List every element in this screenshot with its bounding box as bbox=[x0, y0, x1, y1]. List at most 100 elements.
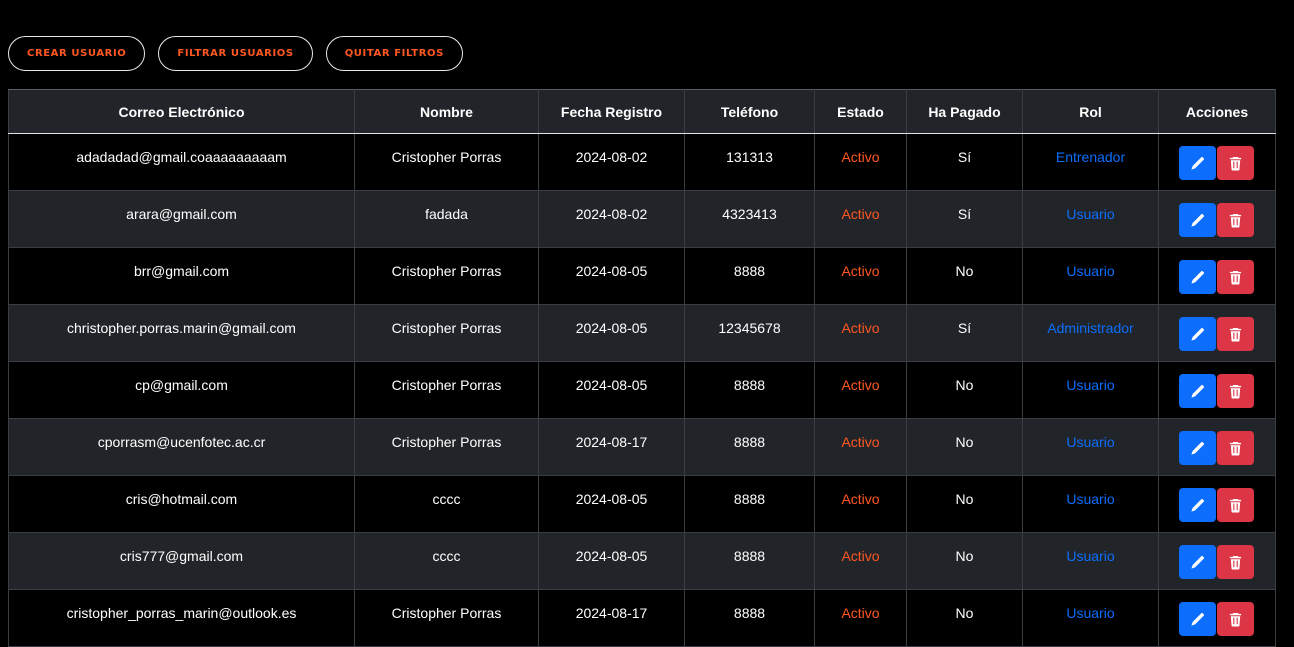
table-body: adadadad@gmail.coaaaaaaaaam Cristopher Po… bbox=[8, 133, 1276, 647]
cell-fecha: 2024-08-05 bbox=[538, 247, 685, 305]
cell-pagado: No bbox=[906, 532, 1023, 590]
cell-pagado: No bbox=[906, 589, 1023, 647]
delete-button[interactable] bbox=[1216, 260, 1254, 294]
cell-telefono: 8888 bbox=[684, 475, 815, 533]
cell-telefono: 12345678 bbox=[684, 304, 815, 362]
cell-actions bbox=[1158, 532, 1276, 590]
cell-fecha: 2024-08-17 bbox=[538, 589, 685, 647]
edit-button[interactable] bbox=[1178, 431, 1216, 465]
create-user-button[interactable]: CREAR USUARIO bbox=[8, 36, 146, 71]
trash-icon bbox=[1228, 555, 1243, 570]
role-link[interactable]: Administrador bbox=[1022, 304, 1159, 362]
trash-icon bbox=[1228, 498, 1243, 513]
status-text: Activo bbox=[814, 475, 907, 533]
cell-telefono: 8888 bbox=[684, 532, 815, 590]
delete-button[interactable] bbox=[1216, 374, 1254, 408]
trash-icon bbox=[1228, 270, 1243, 285]
cell-nombre: Cristopher Porras bbox=[354, 361, 539, 419]
pencil-icon bbox=[1190, 156, 1205, 171]
action-buttons bbox=[1157, 317, 1275, 351]
pencil-icon bbox=[1190, 270, 1205, 285]
cell-actions bbox=[1157, 475, 1276, 533]
edit-button[interactable] bbox=[1178, 260, 1216, 294]
table-row: christopher.porras.marin@gmail.com Cristo… bbox=[8, 304, 1276, 362]
delete-button[interactable] bbox=[1216, 545, 1254, 579]
status-text: Activo bbox=[814, 247, 907, 305]
trash-icon bbox=[1228, 156, 1243, 171]
cell-pagado: Sí bbox=[906, 133, 1023, 191]
cell-pagado: Sí bbox=[906, 304, 1023, 362]
role-link[interactable]: Usuario bbox=[1022, 190, 1159, 248]
cell-actions bbox=[1157, 133, 1276, 191]
cell-email: christopher.porras.marin@gmail.com bbox=[8, 304, 355, 362]
edit-button[interactable] bbox=[1178, 203, 1216, 237]
pencil-icon bbox=[1190, 612, 1205, 627]
users-table: Correo Electrónico Nombre Fecha Registro Te… bbox=[8, 89, 1276, 647]
role-link[interactable]: Usuario bbox=[1022, 361, 1159, 419]
cell-email: cp@gmail.com bbox=[8, 361, 355, 419]
cell-fecha: 2024-08-02 bbox=[538, 133, 685, 191]
role-link[interactable]: Usuario bbox=[1022, 475, 1159, 533]
table-row: adadadad@gmail.coaaaaaaaaam Cristopher Po… bbox=[8, 133, 1276, 191]
cell-email: brr@gmail.com bbox=[8, 247, 355, 305]
delete-button[interactable] bbox=[1216, 317, 1254, 351]
edit-button[interactable] bbox=[1178, 602, 1216, 636]
role-link[interactable]: Usuario bbox=[1022, 589, 1159, 647]
status-text: Activo bbox=[814, 361, 907, 419]
edit-button[interactable] bbox=[1178, 317, 1216, 351]
edit-button[interactable] bbox=[1178, 146, 1216, 180]
filter-users-button[interactable]: FILTRAR USUARIOS bbox=[158, 36, 313, 71]
pencil-icon bbox=[1190, 384, 1205, 399]
trash-icon bbox=[1228, 612, 1243, 627]
role-link[interactable]: Entrenador bbox=[1022, 133, 1159, 191]
cell-email: cris777@gmail.com bbox=[8, 532, 355, 590]
header-email: Correo Electrónico bbox=[8, 89, 355, 134]
action-buttons bbox=[1157, 488, 1275, 522]
cell-email: adadadad@gmail.coaaaaaaaaam bbox=[8, 133, 355, 191]
cell-email: cristopher_porras_marin@outlook.es bbox=[8, 589, 355, 647]
table-row: cris@hotmail.com cccc 2024-08-05 8888 Activo… bbox=[8, 475, 1276, 533]
table-row: brr@gmail.com Cristopher Porras 2024-08-05… bbox=[8, 247, 1276, 305]
table-row: cporrasm@ucenfotec.ac.cr Cristopher Porra… bbox=[8, 418, 1276, 476]
edit-button[interactable] bbox=[1178, 374, 1216, 408]
table-row: arara@gmail.com fadada 2024-08-02 4323413 Ac… bbox=[8, 190, 1276, 248]
pencil-icon bbox=[1190, 213, 1205, 228]
delete-button[interactable] bbox=[1216, 146, 1254, 180]
cell-fecha: 2024-08-05 bbox=[538, 475, 685, 533]
header-pagado: Ha Pagado bbox=[906, 89, 1023, 134]
cell-pagado: No bbox=[906, 361, 1023, 419]
action-buttons bbox=[1157, 146, 1275, 180]
pencil-icon bbox=[1190, 555, 1205, 570]
delete-button[interactable] bbox=[1216, 602, 1254, 636]
cell-email: cporrasm@ucenfotec.ac.cr bbox=[8, 418, 355, 476]
cell-telefono: 131313 bbox=[684, 133, 815, 191]
cell-fecha: 2024-08-05 bbox=[538, 304, 685, 362]
cell-email: cris@hotmail.com bbox=[8, 475, 355, 533]
cell-fecha: 2024-08-02 bbox=[538, 190, 685, 248]
table-row: cp@gmail.com Cristopher Porras 2024-08-05 8… bbox=[8, 361, 1276, 419]
cell-actions bbox=[1158, 247, 1276, 305]
cell-actions bbox=[1158, 190, 1276, 248]
table-row: cristopher_porras_marin@outlook.es Cristo… bbox=[8, 589, 1276, 647]
delete-button[interactable] bbox=[1216, 431, 1254, 465]
role-link[interactable]: Usuario bbox=[1022, 532, 1159, 590]
cell-pagado: No bbox=[906, 475, 1023, 533]
role-link[interactable]: Usuario bbox=[1022, 247, 1159, 305]
status-text: Activo bbox=[814, 304, 907, 362]
cell-nombre: fadada bbox=[354, 190, 539, 248]
header-estado: Estado bbox=[814, 89, 907, 134]
status-text: Activo bbox=[814, 589, 907, 647]
trash-icon bbox=[1228, 213, 1243, 228]
action-buttons bbox=[1157, 374, 1275, 408]
delete-button[interactable] bbox=[1216, 488, 1254, 522]
edit-button[interactable] bbox=[1178, 488, 1216, 522]
edit-button[interactable] bbox=[1178, 545, 1216, 579]
table-header: Correo Electrónico Nombre Fecha Registro Te… bbox=[8, 89, 1276, 134]
role-link[interactable]: Usuario bbox=[1022, 418, 1159, 476]
delete-button[interactable] bbox=[1216, 203, 1254, 237]
clear-filters-button[interactable]: QUITAR FILTROS bbox=[325, 36, 463, 71]
cell-nombre: Cristopher Porras bbox=[354, 133, 539, 191]
cell-email: arara@gmail.com bbox=[8, 190, 355, 248]
cell-telefono: 8888 bbox=[684, 247, 815, 305]
cell-actions bbox=[1158, 418, 1276, 476]
